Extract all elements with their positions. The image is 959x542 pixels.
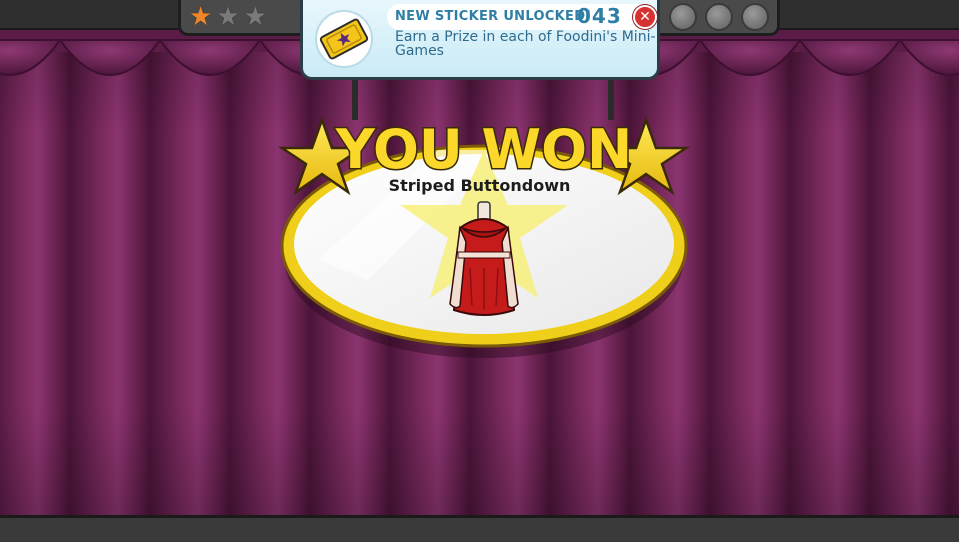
star-icon: ★ [189,1,213,32]
notice-header: NEW STICKER UNLOCKED! 043 ✕ [387,4,657,30]
sticker-number: 043 [577,4,622,28]
prize-heading: YOU WON [335,118,632,181]
sticker-notification[interactable]: NEW STICKER UNLOCKED! 043 ✕ Earn a Prize… [300,0,660,80]
ticket-icon [315,10,373,68]
star-icon: ★ [243,1,267,32]
notice-title: NEW STICKER UNLOCKED! [395,9,592,24]
close-icon[interactable]: ✕ [633,5,657,29]
notice-description: Earn a Prize in each of Foodini's Mini-G… [395,29,656,59]
empty-slot-icon [669,2,697,31]
star-progress-right [650,0,780,36]
star-icon: ★ [216,1,240,32]
empty-slot-icon [705,2,733,31]
empty-slot-icon [741,2,769,31]
prize-board: YOU WON [278,116,690,358]
bottom-bar [0,515,959,542]
star-progress-left: ★ ★ ★ [178,0,308,36]
prize-item-name: Striped Buttondown [388,176,571,195]
